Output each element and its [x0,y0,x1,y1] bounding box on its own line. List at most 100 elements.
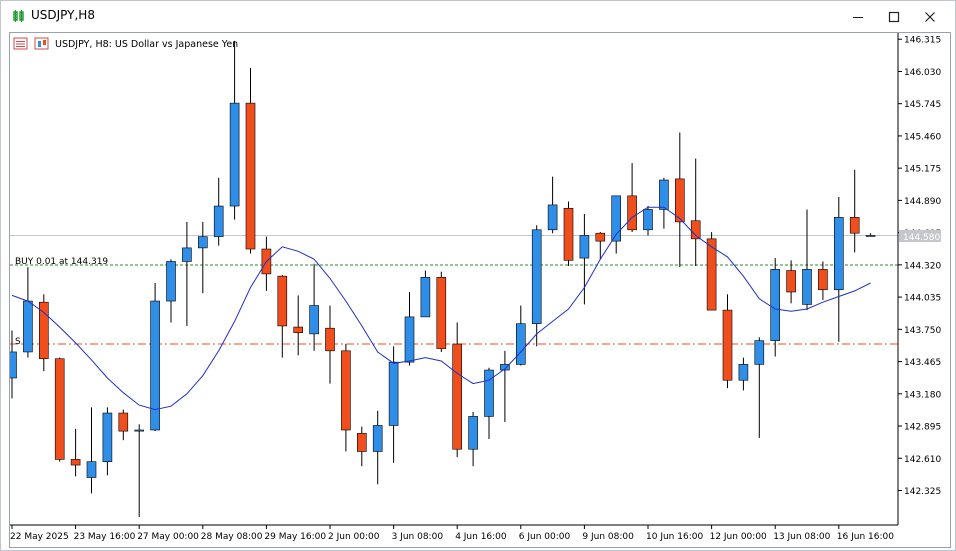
chart-type-icon[interactable] [34,37,49,50]
candle[interactable] [643,206,653,236]
candle[interactable] [134,424,144,518]
candle[interactable] [452,322,463,458]
candle-body [372,425,383,452]
candle[interactable] [420,270,431,318]
candle[interactable] [865,233,876,237]
candle[interactable] [261,236,272,291]
trade-list-icon[interactable] [13,37,28,50]
candle[interactable] [674,132,685,268]
candle[interactable] [118,409,129,441]
candlestick-app-icon [13,10,24,22]
candle-body [54,358,65,460]
candle-body [770,269,781,341]
candle[interactable] [468,411,478,467]
candle[interactable] [102,407,113,476]
candle-body [213,205,224,237]
candle-body [325,327,335,352]
candle[interactable] [182,221,192,326]
minimize-button[interactable] [841,5,875,29]
candle[interactable] [86,407,97,494]
candle[interactable] [436,271,447,352]
stop-loss-label[interactable]: S [15,337,21,347]
price-tick-label: 142.325 [904,487,941,497]
candle[interactable] [659,177,669,229]
chart-area[interactable]: USDJPY, H8: US Dollar vs Japanese Yen 14… [7,32,951,548]
candle[interactable] [786,260,796,304]
axes [10,33,899,526]
candle-body [579,235,590,259]
candle[interactable] [563,201,574,266]
candle[interactable] [404,292,415,366]
candle[interactable] [277,275,288,358]
candle[interactable] [309,263,319,351]
candle-body [563,208,574,261]
candle[interactable] [833,197,844,342]
candle-body [245,102,256,250]
candle[interactable] [627,163,637,233]
price-tick-label: 143.180 [904,390,941,400]
candle[interactable] [690,158,701,266]
price-tick-label: 146.315 [904,36,941,46]
candle[interactable] [818,261,828,300]
candle-body [595,232,606,242]
price-tick-label: 146.030 [904,68,941,78]
candle[interactable] [738,357,749,391]
candle-body [468,416,478,450]
candle[interactable] [611,195,622,254]
candle[interactable] [23,267,33,358]
candle[interactable] [515,305,526,366]
time-tick-label: 10 Jun 16:00 [646,532,703,542]
time-tick-label: 2 Jun 00:00 [328,532,380,542]
candle-body [102,412,113,462]
time-tick-label: 28 May 08:00 [201,532,263,542]
candle[interactable] [198,221,208,294]
candle[interactable] [166,259,176,323]
title-bar: USDJPY,H8 [1,1,955,31]
maximize-button[interactable] [877,5,911,29]
candle[interactable] [547,176,558,234]
candle[interactable] [213,177,224,246]
candle-body [818,269,828,291]
candle-body [309,305,319,335]
price-tick-label: 144.320 [904,261,941,271]
candle[interactable] [341,344,351,452]
candle-body [674,178,685,223]
candle[interactable] [293,295,304,356]
time-tick-label: 27 May 00:00 [137,532,199,542]
candle[interactable] [722,294,733,389]
candle-body [452,343,463,450]
time-axis-labels: 22 May 2025 23 May 16:00 27 May 00:00 28 Ma… [10,525,894,542]
price-tick-label: 145.745 [904,100,941,110]
candle-body [420,277,431,318]
candle-body [198,236,208,249]
price-tick-label: 143.750 [904,326,941,336]
candle-body [7,351,17,379]
candle[interactable] [500,350,510,423]
price-chart[interactable]: USDJPY, H8: US Dollar vs Japanese Yen 14… [7,33,950,547]
candle[interactable] [802,209,812,311]
candle[interactable] [38,294,49,372]
close-button[interactable] [913,5,947,29]
candle-body [23,300,33,353]
candle[interactable] [70,428,81,477]
candle[interactable] [325,305,335,384]
candle[interactable] [245,68,256,254]
time-tick-label: 12 Jun 00:00 [710,532,767,542]
candle[interactable] [849,169,860,253]
buy-order-label[interactable]: BUY 0.01 at 144.319 [15,257,108,267]
candle[interactable] [372,410,383,485]
candle[interactable] [229,40,240,220]
candle[interactable] [54,357,65,462]
candle-body [627,195,637,231]
candle[interactable] [356,426,367,467]
candle-body [754,340,765,365]
candle-body [229,102,240,207]
candle[interactable] [706,232,717,311]
candle[interactable] [754,337,765,438]
minimize-icon [853,17,863,18]
candle[interactable] [579,213,590,305]
candle-body [738,364,749,381]
candle-body [118,412,129,432]
price-tick-label: 145.175 [904,165,941,175]
candle[interactable] [531,225,542,347]
